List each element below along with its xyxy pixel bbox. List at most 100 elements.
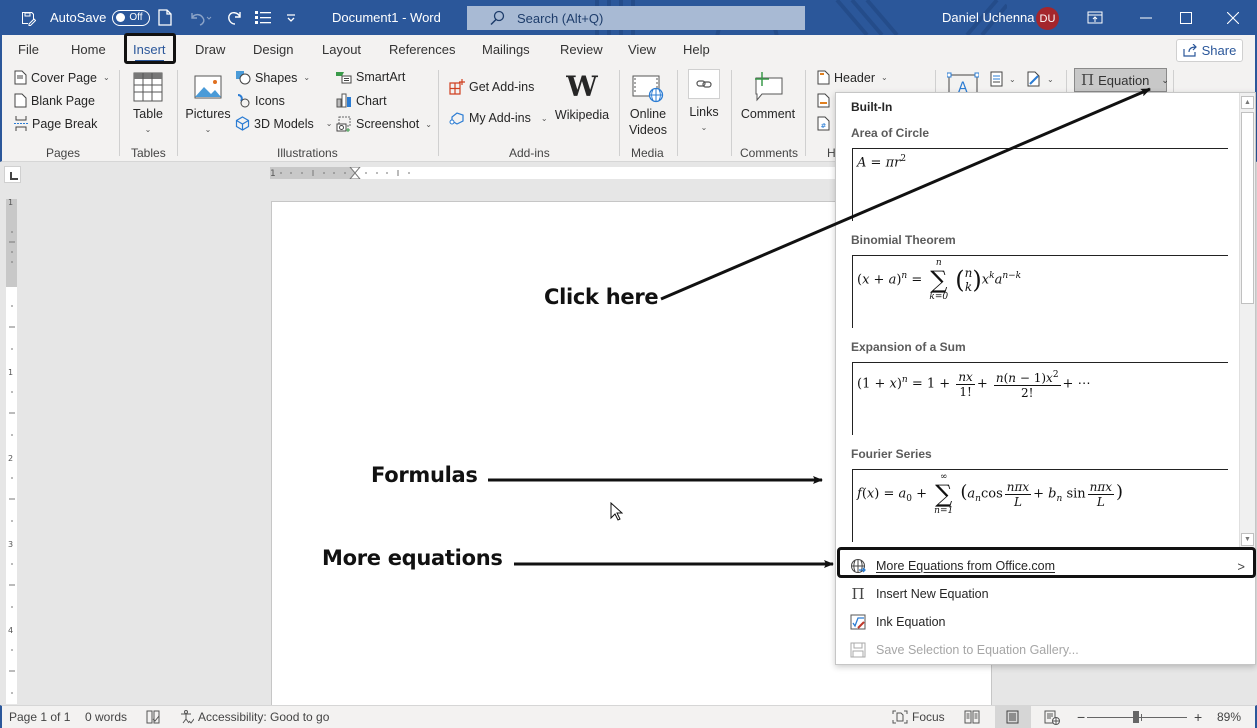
tab-draw[interactable]: Draw [195, 35, 225, 65]
tab-mailings[interactable]: Mailings [482, 35, 530, 65]
3d-models-button[interactable]: 3D Models ⌄ [235, 116, 332, 131]
smartart-button[interactable]: SmartArt [336, 70, 405, 84]
tab-design[interactable]: Design [253, 35, 293, 65]
get-addins-button[interactable]: Get Add-ins [449, 79, 534, 95]
equation-item-area-of-circle[interactable]: A = πr2 [852, 148, 1228, 221]
focus-button[interactable]: Focus [892, 706, 945, 728]
comment-button[interactable]: Comment [739, 72, 797, 122]
tab-home[interactable]: Home [71, 35, 106, 65]
comment-icon [755, 72, 783, 102]
vertical-ruler[interactable]: 1 1 2 3 4 [6, 199, 17, 704]
tab-selector[interactable] [4, 166, 21, 183]
tab-layout[interactable]: Layout [322, 35, 361, 65]
page-break-icon [14, 116, 28, 131]
share-button[interactable]: Share [1176, 39, 1243, 62]
blank-page-button[interactable]: Blank Page [14, 93, 95, 108]
online-videos-button[interactable]: Online Videos [626, 75, 670, 138]
search-box[interactable]: Search (Alt+Q) [467, 6, 805, 30]
cover-page-label: Cover Page [31, 70, 98, 85]
pictures-button[interactable]: Pictures ⌄ [185, 75, 231, 138]
autosave-switch[interactable]: Off [112, 9, 151, 26]
tab-help[interactable]: Help [683, 35, 710, 65]
user-name[interactable]: Daniel Uchenna [942, 0, 1035, 35]
title-bar: AutoSave Off Document1 - Word Search (Al… [0, 0, 1257, 35]
proofing-icon[interactable] [146, 706, 160, 728]
scroll-up-icon[interactable]: ▲ [1241, 96, 1254, 109]
gallery-section-header: Built-In [851, 100, 893, 114]
zoom-out-icon[interactable]: − [1077, 706, 1085, 728]
wikipedia-button[interactable]: W Wikipedia [554, 73, 610, 123]
focus-label: Focus [912, 710, 945, 724]
ribbon-display-options-icon[interactable] [1087, 0, 1103, 35]
icons-button[interactable]: Icons [235, 93, 285, 108]
scrollbar-thumb[interactable] [1241, 112, 1254, 304]
equation-item-binomial-theorem[interactable]: (x + a)n = n ∑ k=0 (n k)xkan−k [852, 255, 1228, 328]
autosave-state: Off [129, 12, 143, 23]
autosave-toggle[interactable]: AutoSave Off [50, 0, 151, 35]
footer-button[interactable] [817, 93, 830, 108]
tab-references[interactable]: References [389, 35, 455, 65]
close-icon[interactable] [1227, 0, 1239, 35]
zoom-level[interactable]: 89% [1217, 706, 1241, 728]
get-addins-icon [449, 79, 465, 95]
wordart-button[interactable]: ⌄ [1027, 71, 1054, 87]
svg-text:1: 1 [8, 199, 13, 207]
equation-item-fourier-series[interactable]: f(x) = a0 + ∞ ∑ n=1 (ancos nπx L + bn sin nπx L… [852, 469, 1228, 542]
table-icon [133, 72, 163, 102]
screenshot-button[interactable]: Screenshot ⌄ [336, 116, 432, 132]
svg-text:#: # [821, 122, 827, 130]
pictures-icon [194, 75, 222, 99]
header-button[interactable]: Header ⌄ [817, 70, 888, 85]
page-number-button[interactable]: # [817, 116, 830, 131]
ink-equation-menu-item[interactable]: Ink Equation [836, 608, 1255, 636]
icons-icon [237, 94, 250, 108]
new-document-icon[interactable] [158, 0, 172, 35]
equation-gallery-dropdown: Built-In Area of Circle A = πr2 Binomial… [835, 92, 1256, 665]
accessibility-status[interactable]: Accessibility: Good to go [180, 706, 329, 728]
equation-name: Expansion of a Sum [851, 340, 966, 354]
quick-parts-button[interactable]: ⌄ [990, 71, 1016, 87]
zoom-in-icon[interactable]: + [1194, 706, 1202, 728]
cover-page-button[interactable]: Cover Page ⌄ [14, 70, 110, 85]
zoom-slider-center-mark [1141, 714, 1142, 721]
group-label-pages: Pages [46, 146, 81, 160]
shapes-button[interactable]: Shapes ⌄ [235, 70, 310, 85]
tab-file[interactable]: File [18, 35, 39, 65]
document-title: Document1 - Word [332, 10, 441, 25]
customize-toolbar-icon[interactable] [286, 0, 296, 35]
chart-button[interactable]: Chart [336, 93, 387, 108]
scroll-down-icon[interactable]: ▼ [1241, 533, 1254, 546]
ink-equation-icon [849, 614, 867, 630]
read-mode-icon[interactable] [964, 706, 980, 728]
page-break-label: Page Break [32, 116, 98, 131]
my-addins-button[interactable]: My Add-ins ⌄ [449, 111, 548, 125]
print-layout-icon[interactable] [1006, 706, 1019, 728]
save-icon[interactable] [20, 0, 36, 35]
horizontal-ruler[interactable]: 1 [270, 167, 836, 179]
page-count[interactable]: Page 1 of 1 [9, 706, 70, 728]
tab-review[interactable]: Review [560, 35, 603, 65]
pi-icon: Π [851, 585, 865, 603]
online-videos-label: Online [629, 107, 667, 121]
page-break-button[interactable]: Page Break [14, 116, 97, 131]
redo-icon[interactable] [226, 0, 244, 35]
bullet-list-icon[interactable] [255, 0, 271, 35]
maximize-icon[interactable] [1180, 0, 1192, 35]
insert-new-equation-menu-item[interactable]: Π Insert New Equation [836, 580, 1255, 608]
word-count[interactable]: 0 words [85, 706, 127, 728]
mouse-cursor-icon [610, 502, 623, 521]
3d-models-icon [235, 116, 250, 131]
table-button[interactable]: Table ⌄ [130, 72, 166, 138]
tab-view[interactable]: View [628, 35, 656, 65]
avatar[interactable]: DU [1036, 7, 1059, 30]
gallery-scrollbar[interactable]: ▲ ▼ [1239, 93, 1255, 548]
blank-page-label: Blank Page [31, 93, 95, 108]
links-button[interactable]: Links ⌄ [687, 69, 721, 136]
zoom-slider-thumb[interactable] [1133, 711, 1139, 723]
undo-icon[interactable] [188, 0, 212, 35]
equation-item-expansion-of-a-sum[interactable]: (1 + x)n = 1 + nx 1! + n(n − 1)x2 2! + ⋯ [852, 362, 1228, 435]
separator [177, 70, 178, 156]
web-layout-icon[interactable] [1044, 706, 1060, 728]
minimize-icon[interactable] [1140, 0, 1152, 35]
equation-button[interactable]: Π Equation ⌄ [1074, 68, 1169, 92]
